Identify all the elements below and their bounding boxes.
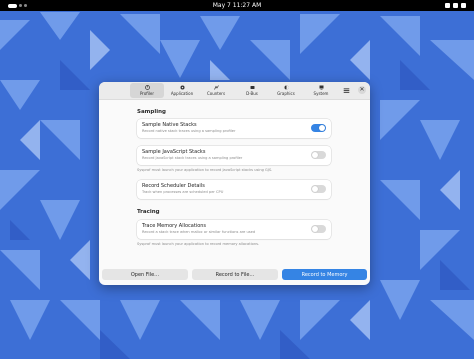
record-to-memory-button[interactable]: Record to Memory (282, 269, 367, 280)
row-description: Track when processes are scheduled per C… (142, 190, 224, 194)
tab-label: System (313, 91, 329, 96)
header-bar: Profiler Application Counters D-Bus Grap… (99, 82, 370, 100)
section-title-sampling: Sampling (137, 109, 166, 115)
tab-dbus[interactable]: D-Bus (235, 83, 269, 98)
profiler-icon (144, 85, 150, 90)
top-bar: May 7 11:27 AM (0, 0, 474, 11)
sample-javascript-stacks-switch[interactable] (311, 151, 326, 159)
sample-native-stacks-row[interactable]: Sample Native Stacks Record native stack… (137, 119, 331, 138)
record-to-file-button[interactable]: Record to File… (192, 269, 278, 280)
javascript-note: Sysprof must launch your application to … (137, 168, 273, 172)
counters-icon (213, 85, 219, 90)
row-title: Record Scheduler Details (142, 183, 205, 189)
close-button[interactable]: ✕ (358, 86, 366, 94)
trace-memory-allocations-switch[interactable] (311, 225, 326, 233)
clock[interactable]: May 7 11:27 AM (0, 2, 474, 9)
tab-graphics[interactable]: Graphics (269, 83, 303, 98)
application-icon (180, 85, 184, 90)
row-description: Record native stack traces using a sampl… (142, 129, 236, 133)
tab-label: Counters (206, 91, 226, 96)
tab-label: D-Bus (246, 91, 258, 96)
row-description: Record a stack trace when malloc or simi… (142, 230, 256, 234)
tab-counters[interactable]: Counters (199, 83, 233, 98)
section-title-tracing: Tracing (137, 209, 160, 215)
row-title: Sample JavaScript Stacks (142, 149, 206, 155)
memory-note: Sysprof must launch your application to … (137, 242, 260, 246)
tab-label: Profiler (139, 91, 155, 96)
menu-icon[interactable] (343, 87, 350, 94)
tab-system[interactable]: System (304, 83, 338, 98)
row-title: Trace Memory Allocations (142, 223, 207, 229)
footer: Open File… Record to File… Record to Mem… (99, 266, 370, 285)
dbus-icon (250, 86, 254, 89)
sample-javascript-stacks-row[interactable]: Sample JavaScript Stacks Record JavaScri… (137, 146, 331, 165)
tab-application[interactable]: Application (165, 83, 199, 98)
record-scheduler-details-row[interactable]: Record Scheduler Details Track when proc… (137, 180, 331, 199)
sample-native-stacks-switch[interactable] (311, 124, 326, 132)
tab-profiler[interactable]: Profiler (130, 83, 164, 98)
trace-memory-allocations-row[interactable]: Trace Memory Allocations Record a stack … (137, 220, 331, 239)
close-icon: ✕ (359, 86, 365, 93)
tab-label: Application (170, 91, 194, 96)
sysprof-window: Profiler Application Counters D-Bus Grap… (99, 82, 370, 285)
record-scheduler-details-switch[interactable] (311, 185, 326, 193)
row-title: Sample Native Stacks (142, 122, 197, 128)
graphics-icon (284, 85, 288, 90)
system-icon (319, 85, 323, 90)
tab-label: Graphics (277, 91, 295, 96)
row-description: Record JavaScript stack traces using a s… (142, 156, 243, 160)
open-file-button[interactable]: Open File… (102, 269, 188, 280)
